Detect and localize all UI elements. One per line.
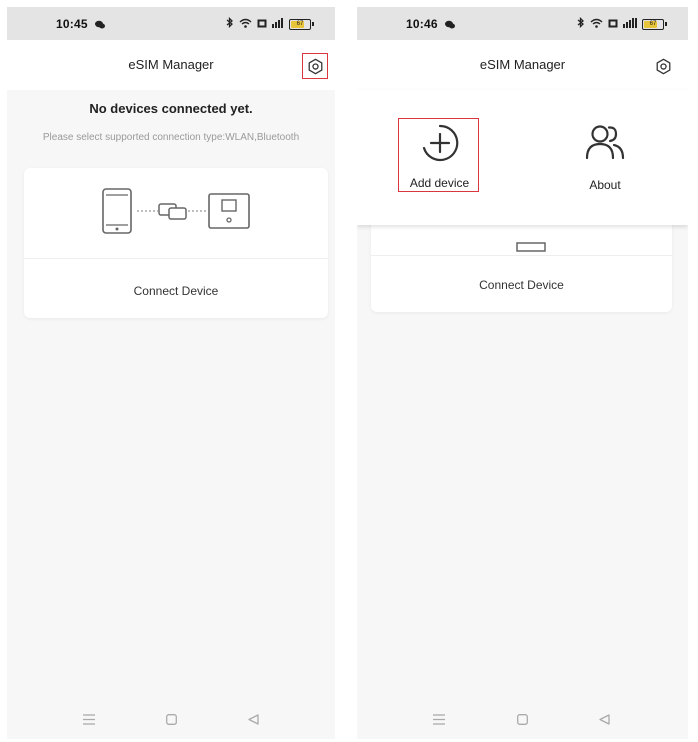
battery-icon: 67 [642,18,667,30]
phone-icon [102,188,132,234]
hd-icon [608,17,618,31]
home-square-icon [516,713,528,725]
page-title: eSIM Manager [128,57,214,72]
battery-level: 67 [296,21,304,27]
signal-icon [623,17,637,31]
system-nav-bar [7,699,335,739]
card-divider [371,255,672,256]
empty-state-hint: Please select supported connection type:… [42,132,300,143]
menu-item-about[interactable]: About [522,90,688,225]
link-icon [158,203,187,220]
status-icons: 67 [577,16,667,31]
settings-dropdown-menu: Add device About [357,90,688,225]
phone-screen-right: 10:46 67 eSIM Manager Connect Device Add… [357,7,688,739]
add-device-icon-wrap [357,122,522,164]
nav-back-button[interactable] [596,711,612,727]
connection-illustration [24,168,328,256]
menu-item-add-device[interactable]: Add device [357,90,522,225]
nav-home-button[interactable] [514,711,530,727]
signal-icon [272,17,284,31]
add-circle-icon [422,124,458,162]
status-time: 10:45 [56,17,88,31]
status-icons: 67 [226,16,314,31]
main-content: No devices connected yet. Please select … [7,90,335,739]
settings-button[interactable] [302,53,328,79]
nav-menu-button[interactable] [431,711,447,727]
home-square-icon [165,713,177,725]
connect-device-card: Connect Device [24,168,328,318]
router-device-icon [208,193,250,229]
chat-notification-icon [94,19,106,33]
menu-icon [433,713,445,725]
settings-icon [656,58,670,74]
phone-screen-left: 10:45 67 eSIM Manager No devices connect… [7,7,335,739]
nav-home-button[interactable] [163,711,179,727]
status-bar: 10:45 67 [7,7,335,40]
settings-icon [308,58,322,74]
status-time: 10:46 [406,17,438,31]
about-icon-wrap [522,120,688,164]
card-divider [24,258,328,259]
bluetooth-icon [577,16,585,31]
app-bar: eSIM Manager [357,40,688,90]
nav-menu-button[interactable] [81,711,97,727]
menu-item-label: About [589,178,621,192]
bluetooth-icon [226,16,234,31]
wifi-icon [239,17,252,31]
connect-device-button[interactable]: Connect Device [371,257,672,312]
app-bar: eSIM Manager [7,40,335,90]
people-icon [585,125,625,160]
wifi-icon [590,17,603,31]
page-title: eSIM Manager [479,57,566,72]
back-triangle-icon [598,713,610,725]
menu-item-label: Add device [409,176,470,190]
settings-button[interactable] [650,53,676,79]
empty-state-title: No devices connected yet. [89,101,253,116]
back-triangle-icon [247,713,259,725]
system-nav-bar [357,699,688,739]
battery-icon: 67 [289,18,314,30]
nav-back-button[interactable] [245,711,261,727]
battery-level: 67 [649,21,657,27]
connect-device-button[interactable]: Connect Device [24,263,328,318]
hd-icon [257,17,267,31]
chat-notification-icon [444,19,456,33]
status-bar: 10:46 67 [357,7,688,40]
menu-icon [83,713,95,725]
